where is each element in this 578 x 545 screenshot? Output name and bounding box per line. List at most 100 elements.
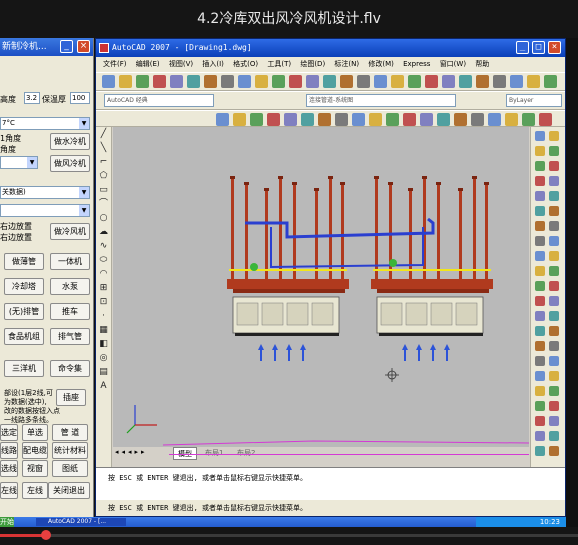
modify-tool-icon[interactable]: [535, 311, 545, 321]
left-line-button-b[interactable]: 左线: [22, 482, 48, 499]
toolbar-tool-icon[interactable]: [425, 75, 438, 88]
toolbar-tool-icon[interactable]: [386, 113, 399, 126]
menu-dimension[interactable]: 标注(N): [334, 60, 359, 68]
modify-tool-icon[interactable]: [535, 356, 545, 366]
modify-tool-icon[interactable]: [549, 446, 559, 456]
single-select-button[interactable]: 单选: [22, 424, 48, 441]
modify-tool-icon[interactable]: [535, 266, 545, 276]
air-cooler-button[interactable]: 做风冷机: [50, 155, 90, 172]
multiline-text-icon[interactable]: A: [96, 379, 111, 393]
water-cooler-button[interactable]: 做水冷机: [50, 133, 90, 150]
modify-tool-icon[interactable]: [535, 146, 545, 156]
rectangle-icon[interactable]: ▭: [96, 183, 111, 197]
polygon-icon[interactable]: ⬠: [96, 169, 111, 183]
exhaust-pipe-button[interactable]: 排气管: [50, 328, 90, 345]
line-tool-icon[interactable]: ╱: [96, 127, 111, 141]
data-select[interactable]: 关数据) ▼: [0, 186, 90, 199]
toolbar-tool-icon[interactable]: [119, 75, 132, 88]
modify-tool-icon[interactable]: [535, 131, 545, 141]
toolbar-tool-icon[interactable]: [233, 113, 246, 126]
height-input[interactable]: 3.2: [24, 92, 40, 104]
drawing-button[interactable]: 图纸: [52, 460, 88, 477]
toolbar-tool-icon[interactable]: [408, 75, 421, 88]
seek-bar[interactable]: [0, 530, 578, 540]
modify-tool-icon[interactable]: [535, 386, 545, 396]
minimize-icon[interactable]: _: [60, 40, 73, 53]
modify-tool-icon[interactable]: [549, 176, 559, 186]
toolbar-tool-icon[interactable]: [318, 113, 331, 126]
modify-tool-icon[interactable]: [535, 296, 545, 306]
modify-tool-icon[interactable]: [535, 161, 545, 171]
modify-tool-icon[interactable]: [549, 341, 559, 351]
toolbar-tool-icon[interactable]: [301, 113, 314, 126]
placement-select[interactable]: ▼: [0, 204, 90, 217]
toolbar-tool-icon[interactable]: [522, 113, 535, 126]
modify-tool-icon[interactable]: [535, 251, 545, 261]
modify-tool-icon[interactable]: [549, 311, 559, 321]
toolbar-tool-icon[interactable]: [442, 75, 455, 88]
hatch-icon[interactable]: ▦: [96, 323, 111, 337]
layer-select[interactable]: 连接管道-系统图: [306, 94, 456, 107]
workspace-select[interactable]: AutoCAD 经典: [104, 94, 214, 107]
toolbar-tool-icon[interactable]: [374, 75, 387, 88]
modify-tool-icon[interactable]: [535, 401, 545, 411]
socket-button[interactable]: 插座: [56, 389, 86, 406]
modify-tool-icon[interactable]: [549, 416, 559, 426]
toolbar-tool-icon[interactable]: [437, 113, 450, 126]
modify-tool-icon[interactable]: [549, 386, 559, 396]
toolbar-tool-icon[interactable]: [255, 75, 268, 88]
select-button[interactable]: 选定: [0, 424, 18, 441]
toolbar-tool-icon[interactable]: [204, 75, 217, 88]
region-icon[interactable]: ◎: [96, 351, 111, 365]
toolbar-tool-icon[interactable]: [488, 113, 501, 126]
water-pump-button[interactable]: 水泵: [50, 278, 90, 295]
gradient-icon[interactable]: ◧: [96, 337, 111, 351]
toolbar-tool-icon[interactable]: [323, 75, 336, 88]
food-unit-button[interactable]: 食品机组: [4, 328, 44, 345]
toolbar-tool-icon[interactable]: [510, 75, 523, 88]
view-button[interactable]: 视窗: [22, 460, 48, 477]
toolbar-tool-icon[interactable]: [136, 75, 149, 88]
sanyo-unit-button[interactable]: 三洋机: [4, 360, 44, 377]
maximize-icon[interactable]: □: [532, 41, 545, 54]
modify-tool-icon[interactable]: [535, 281, 545, 291]
polyline-icon[interactable]: ⌐: [96, 155, 111, 169]
pipe-button[interactable]: 管 道: [52, 424, 88, 441]
bylayer-select[interactable]: ByLayer: [506, 94, 562, 107]
thin-tube-button[interactable]: 做薄管: [4, 253, 44, 270]
menu-format[interactable]: 格式(O): [233, 60, 258, 68]
menu-express[interactable]: Express: [403, 60, 430, 68]
modify-tool-icon[interactable]: [549, 281, 559, 291]
toolbar-tool-icon[interactable]: [306, 75, 319, 88]
toolbar-tool-icon[interactable]: [544, 75, 557, 88]
menu-edit[interactable]: 编辑(E): [136, 60, 160, 68]
close-icon[interactable]: ×: [548, 41, 561, 54]
toolbar-tool-icon[interactable]: [250, 113, 263, 126]
toolbar-tool-icon[interactable]: [272, 75, 285, 88]
cart-button[interactable]: 推车: [50, 303, 90, 320]
line-button[interactable]: 线路: [0, 442, 18, 459]
integrated-unit-button[interactable]: 一体机: [50, 253, 90, 270]
toolbar-tool-icon[interactable]: [221, 75, 234, 88]
command-set-button[interactable]: 命令集: [50, 360, 90, 377]
toolbar-tool-icon[interactable]: [153, 75, 166, 88]
close-exit-button[interactable]: 关闭退出: [48, 482, 90, 499]
menu-insert[interactable]: 插入(I): [202, 60, 224, 68]
modify-tool-icon[interactable]: [535, 446, 545, 456]
line-select-button[interactable]: 选线: [0, 460, 18, 477]
modify-tool-icon[interactable]: [549, 401, 559, 411]
modify-tool-icon[interactable]: [535, 191, 545, 201]
tab-nav-arrows-icon[interactable]: ◂◂◂▸▸: [115, 448, 148, 456]
toolbar-tool-icon[interactable]: [476, 75, 489, 88]
toolbar-tool-icon[interactable]: [403, 113, 416, 126]
table-icon[interactable]: ▤: [96, 365, 111, 379]
modify-tool-icon[interactable]: [535, 176, 545, 186]
toolbar-tool-icon[interactable]: [527, 75, 540, 88]
modify-tool-icon[interactable]: [549, 371, 559, 381]
cooling-tower-button[interactable]: 冷却塔: [4, 278, 44, 295]
modify-tool-icon[interactable]: [549, 266, 559, 276]
toolbar-tool-icon[interactable]: [352, 113, 365, 126]
insulation-input[interactable]: 100: [70, 92, 90, 104]
insert-block-icon[interactable]: ⊞: [96, 281, 111, 295]
temperature-select[interactable]: 7°C ▼: [0, 117, 90, 130]
